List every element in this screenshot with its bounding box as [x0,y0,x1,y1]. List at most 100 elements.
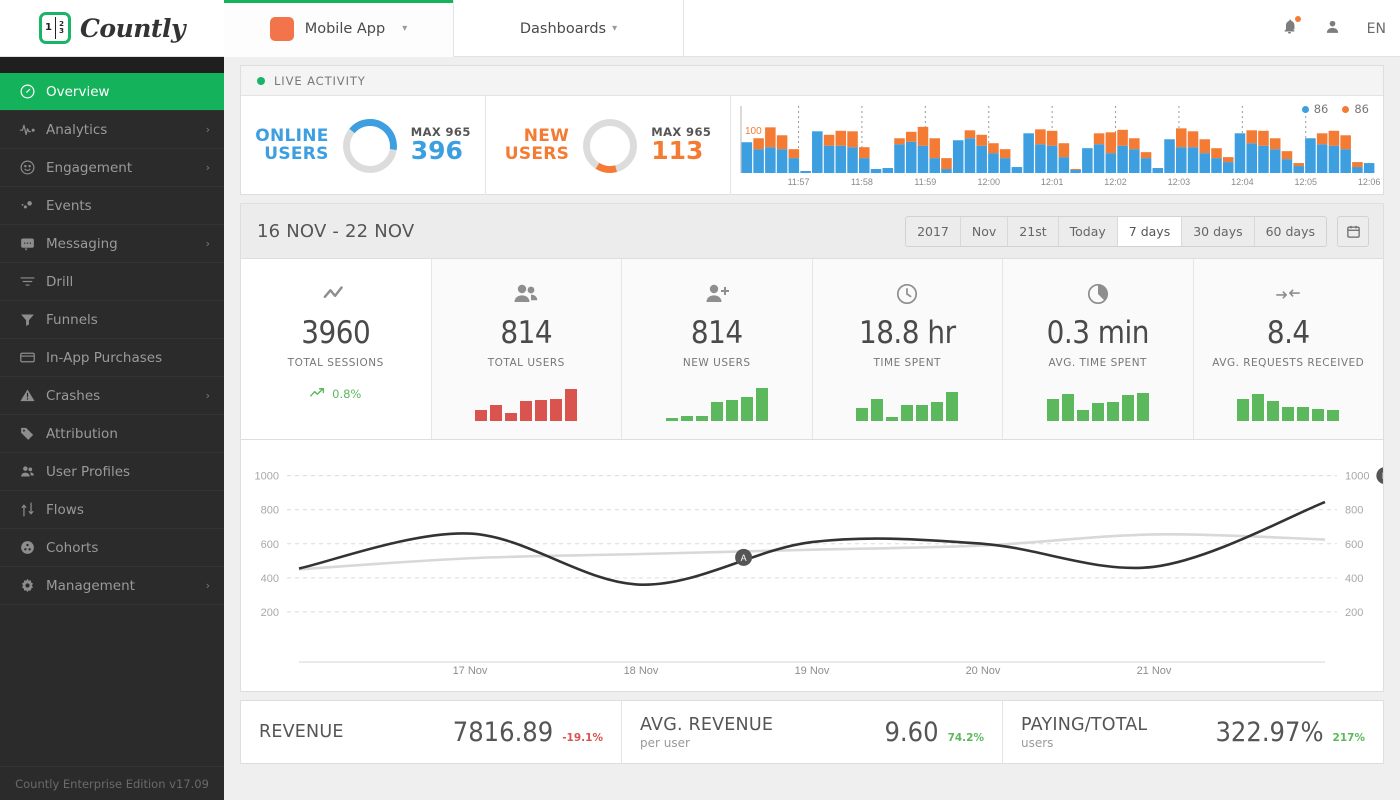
chevron-down-icon: ▾ [402,23,407,34]
sidebar-item-label: Drill [46,274,73,290]
new-users-label: NEW USERS [505,128,570,164]
sidebar-item-attribution[interactable]: Attribution [0,415,224,453]
app-color-swatch [270,17,294,41]
chevron-right-icon: › [206,389,210,402]
svg-text:1000: 1000 [255,471,279,483]
halfclock-icon [1086,279,1110,309]
new-users-value: 113 [651,138,711,164]
new-users-label-line1: NEW [505,128,570,146]
svg-text:20 Nov: 20 Nov [966,665,1001,677]
date-button-today[interactable]: Today [1059,217,1118,246]
user-add-icon [703,279,731,309]
language-selector[interactable]: EN [1367,21,1386,37]
kpi-sparkline [1237,385,1339,421]
chevron-right-icon: › [206,161,210,174]
notifications-bell-icon[interactable] [1281,18,1298,39]
online-users-label: ONLINE USERS [255,128,328,164]
svg-text:21 Nov: 21 Nov [1137,665,1172,677]
sidebar-item-label: Events [46,198,92,214]
date-button-60-days[interactable]: 60 days [1255,217,1326,246]
sidebar-item-management[interactable]: Management› [0,567,224,605]
top-bar-actions: EN [1281,0,1386,57]
card-icon [14,349,40,366]
date-range-title: 16 NOV - 22 NOV [257,221,414,242]
date-button-30-days[interactable]: 30 days [1182,217,1254,246]
app-selector[interactable]: Mobile App ▾ [224,0,454,57]
pulse-icon [14,121,40,138]
revenue-label: AVG. REVENUE [640,715,773,735]
kpi-label: TOTAL USERS [488,357,565,369]
sidebar-item-overview[interactable]: Overview [0,73,224,111]
new-users-gauge: NEW USERS MAX 965 113 [486,96,731,195]
date-button-2017[interactable]: 2017 [906,217,961,246]
svg-text:12:01: 12:01 [1041,177,1064,187]
revenue-value-group: 7816.89-19.1% [453,717,603,748]
sparkline-bar [696,416,708,421]
smiley-icon [14,159,40,176]
kpi-value: 0.3 min [1047,315,1149,351]
tag-icon [14,425,40,442]
sparkline-bar [711,402,723,421]
kpi-card-avg-requests-received: 8.4AVG. REQUESTS RECEIVED [1194,259,1384,439]
clock-icon [895,279,919,309]
users-icon [14,463,40,480]
online-users-ring-icon [341,117,399,175]
svg-text:B: B [1382,471,1383,481]
kpi-label: AVG. REQUESTS RECEIVED [1212,357,1364,369]
revenue-sublabel: per user [640,736,773,750]
svg-text:12:03: 12:03 [1168,177,1191,187]
arrows-icon [1275,279,1301,309]
live-activity-legend: 8686 [1302,102,1369,116]
date-button-21st[interactable]: 21st [1008,217,1058,246]
date-button-7-days[interactable]: 7 days [1118,217,1182,246]
sidebar-item-in-app-purchases[interactable]: In-App Purchases [0,339,224,377]
date-button-nov[interactable]: Nov [961,217,1008,246]
sparkline-bar [871,399,883,421]
sidebar-item-label: Crashes [46,388,100,404]
sidebar-item-events[interactable]: Events [0,187,224,225]
sidebar-item-drill[interactable]: Drill [0,263,224,301]
filter-icon [14,273,40,290]
sidebar-item-funnels[interactable]: Funnels [0,301,224,339]
calendar-icon[interactable] [1337,216,1369,247]
kpi-card-total-sessions: 3960TOTAL SESSIONS0.8% [241,259,432,439]
kpi-sparkline [856,385,958,421]
sparkline-bar [520,401,532,421]
chat-icon [14,235,40,252]
svg-text:19 Nov: 19 Nov [795,665,830,677]
sidebar-item-flows[interactable]: Flows [0,491,224,529]
logo-area[interactable]: 1 2 3 Countly [0,0,224,57]
sidebar-item-cohorts[interactable]: Cohorts [0,529,224,567]
sparkline-bar [756,388,768,421]
svg-text:11:57: 11:57 [788,177,810,187]
kpi-card-avg-time-spent: 0.3 minAVG. TIME SPENT [1003,259,1194,439]
sidebar-item-user-profiles[interactable]: User Profiles [0,453,224,491]
user-account-icon[interactable] [1324,18,1341,39]
revenue-sublabel: users [1021,736,1147,750]
dashboards-menu[interactable]: Dashboards ▾ [454,0,684,57]
sparkline-bar [565,389,577,421]
sparkline-bar [1092,403,1104,421]
sidebar-item-engagement[interactable]: Engagement› [0,149,224,187]
sparkline-bar [1327,410,1339,421]
kpi-value: 3960 [301,315,370,351]
sidebar-item-crashes[interactable]: Crashes › [0,377,224,415]
svg-text:11:58: 11:58 [851,177,873,187]
sparkline-bar [505,413,517,421]
revenue-label-group: PAYING/TOTALusers [1021,715,1147,750]
chevron-down-icon: ▾ [612,23,617,34]
sidebar-item-label: Messaging [46,236,118,252]
sessions-chart-panel: 2002004004006006008008001000100017 Nov18… [240,440,1384,692]
svg-text:12:05: 12:05 [1294,177,1317,187]
svg-text:12:06: 12:06 [1358,177,1381,187]
funnel-icon [14,311,40,328]
sparkline-bar [550,399,562,421]
sidebar-item-messaging[interactable]: Messaging› [0,225,224,263]
sidebar-item-analytics[interactable]: Analytics› [0,111,224,149]
revenue-cell-avg-revenue: AVG. REVENUEper user9.6074.2% [622,701,1003,763]
kpi-card-new-users: 814NEW USERS [622,259,813,439]
revenue-label-group: AVG. REVENUEper user [640,715,773,750]
kpi-value: 814 [691,315,743,351]
revenue-label: REVENUE [259,722,344,742]
live-activity-chart: 8686 11:5711:5811:5912:0012:0112:0212:03… [731,96,1383,195]
